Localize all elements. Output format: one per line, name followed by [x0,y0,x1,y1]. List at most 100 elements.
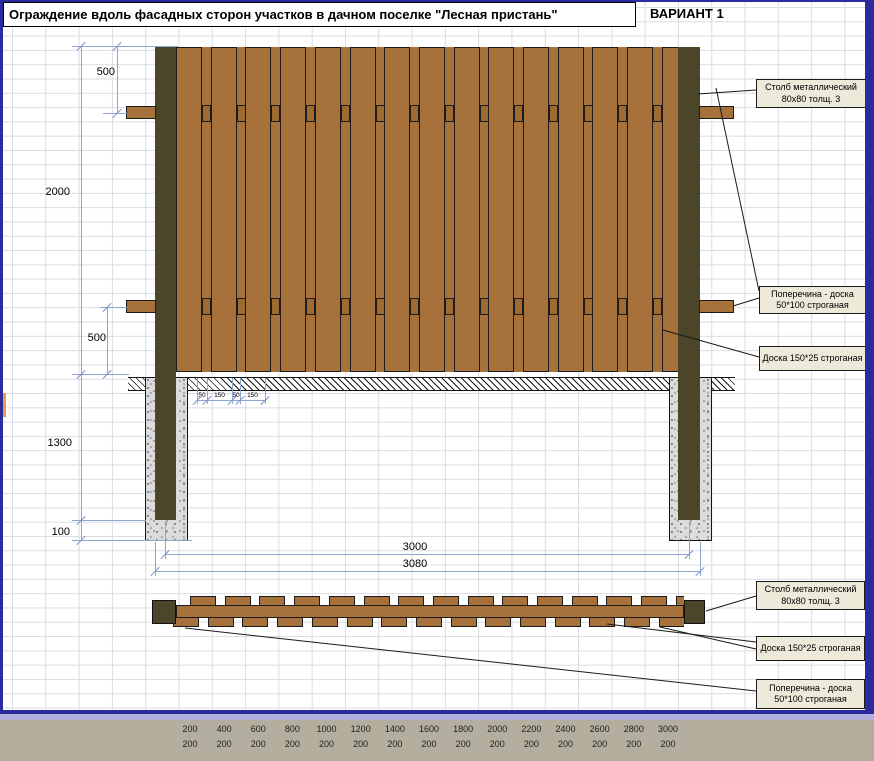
crossbar-through-gap [271,298,280,315]
crossbar-through-gap [237,105,246,122]
fence-board [558,47,584,372]
elevation-post-left [155,47,176,520]
fence-board [211,47,237,372]
plan-board-back [208,617,234,627]
dimension-line [165,554,689,555]
crossbar-through-gap [271,105,280,122]
plan-board-back [589,617,615,627]
ruler-unit: 200 [378,739,412,749]
fence-board [315,47,341,372]
plan-board-front [364,596,390,606]
ground-hatch [128,377,735,391]
crossbar-through-gap [653,298,662,315]
dimension-line [155,571,700,572]
ruler-unit: 200 [617,739,651,749]
plan-board-back [555,617,581,627]
plan-board-back [659,617,684,627]
crossbar-through-gap [480,105,489,122]
variant-label: ВАРИАНТ 1 [650,6,724,21]
dim-span-outer: 3080 [385,558,445,570]
ruler-value: 2400 [549,724,583,734]
crossbar-through-gap [341,298,350,315]
plan-board-back [624,617,650,627]
drawing-title: Ограждение вдоль фасадных сторон участко… [3,2,636,27]
ruler-value: 800 [275,724,309,734]
plan-board-front [294,596,320,606]
dim-base-pad: 100 [40,526,70,538]
ruler-value: 200 [173,724,207,734]
crossbar-through-gap [202,105,211,122]
plan-board-front [398,596,424,606]
fence-board [176,47,202,372]
crossbar-through-gap [445,105,454,122]
crossbar-through-gap [549,105,558,122]
ruler-unit: 200 [583,739,617,749]
window-border-right[interactable] [865,0,874,710]
fence-board [454,47,480,372]
callout-board-elevation: Доска 150*25 строганая [759,346,866,371]
fence-board [419,47,445,372]
crossbar-through-gap [445,298,454,315]
plan-board-front [225,596,251,606]
plan-board-front [537,596,563,606]
fence-board [592,47,618,372]
crossbar-through-gap [618,105,627,122]
plan-board-front [676,596,684,606]
window-border-left [0,0,3,710]
plan-board-back [312,617,338,627]
dimension-line [81,46,82,540]
plan-board-back [242,617,268,627]
plan-board-back [277,617,303,627]
drawing-canvas: 500 2000 500 1300 100 3000 3080 50 150 5… [0,0,874,761]
crossbar-through-gap [549,298,558,315]
plan-board-front [190,596,216,606]
callout-text: 50*100 строганая [760,300,865,312]
plan-board-back [485,617,511,627]
ruler-value: 400 [207,724,241,734]
dim-top-offset: 500 [85,66,115,78]
crossbar-stub-bottom-left [126,300,156,313]
fence-board [523,47,549,372]
dim-bottom-offset: 500 [74,332,106,344]
plan-board-back [173,617,199,627]
plan-board-front [259,596,285,606]
crossbar-through-gap [341,105,350,122]
window-border-top [0,0,874,2]
ruler-band: 2002004002006002008002001000200120020014… [0,720,874,761]
plan-board-front [606,596,632,606]
ruler-value: 3000 [651,724,685,734]
ruler-unit: 200 [446,739,480,749]
dim-pitch-1: 150 [211,392,228,399]
crossbar-through-gap [618,298,627,315]
dimension-line [72,46,178,47]
dimension-line [107,307,108,374]
ruler-value: 1800 [446,724,480,734]
plan-board-front [641,596,667,606]
crossbar-through-gap [410,105,419,122]
callout-post-plan: Столб металлический 80х80 толщ. 3 [756,581,865,610]
callout-text: 50*100 строганая [757,694,864,706]
callout-board-plan: Доска 150*25 строганая [756,636,865,661]
ruler-value: 2600 [583,724,617,734]
ruler-unit: 200 [412,739,446,749]
plan-board-back [416,617,442,627]
dim-panel-height: 2000 [38,186,70,198]
fence-board [488,47,514,372]
ruler-unit: 200 [549,739,583,749]
callout-crossbar-elevation: Поперечина - доска 50*100 строганая [759,286,866,314]
ruler-unit: 200 [514,739,548,749]
ruler-unit: 200 [480,739,514,749]
fence-board [245,47,271,372]
ruler-value: 2000 [480,724,514,734]
plan-board-front [572,596,598,606]
callout-text: Столб металлический [757,584,864,596]
plan-board-front [433,596,459,606]
ruler-value: 1600 [412,724,446,734]
crossbar-through-gap [480,298,489,315]
fence-board [280,47,306,372]
crossbar-stub-top-left [126,106,156,119]
crossbar-through-gap [410,298,419,315]
ruler-value: 2800 [617,724,651,734]
fence-panel [176,47,678,372]
ruler-unit: 200 [651,739,685,749]
